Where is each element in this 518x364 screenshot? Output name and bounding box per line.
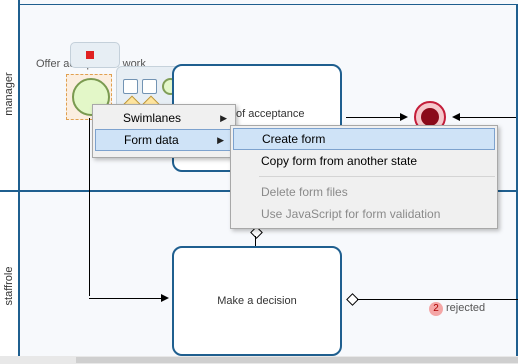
end-event-core	[421, 108, 439, 126]
task-decision-label: Make a decision	[217, 295, 297, 307]
lane-header-manager: manager	[0, 0, 20, 190]
top-border	[18, 4, 518, 5]
lane-label-manager: manager	[3, 72, 15, 116]
task-decision[interactable]: Make a decision	[172, 246, 342, 356]
task-acceptance-label: of acceptance	[236, 108, 305, 120]
menu-item-copy-form-label: Copy form from another state	[261, 154, 418, 168]
rejected-label: rejected	[446, 302, 486, 314]
menu-item-delete-form-files-label: Delete form files	[261, 185, 348, 199]
menu-item-delete-form-files: Delete form files	[231, 181, 497, 203]
horizontal-scrollbar[interactable]	[0, 356, 518, 364]
note-tool-icon[interactable]	[142, 79, 157, 94]
task-tool-icon[interactable]	[123, 79, 138, 94]
lane-label-staffrole: staffrole	[3, 266, 15, 306]
rejected-count-badge: 2	[429, 302, 443, 316]
flow-start-to-decision-h[interactable]	[89, 298, 163, 299]
flow-to-end-arrowhead	[400, 113, 408, 121]
menu-item-create-form[interactable]: Create form	[233, 128, 495, 150]
menu-item-js-validation-label: Use JavaScript for form validation	[261, 207, 441, 221]
menu-item-swimlanes[interactable]: Swimlanes ▶	[93, 107, 235, 129]
flow-to-end[interactable]	[346, 117, 402, 118]
flow-rejected[interactable]	[357, 299, 518, 300]
flow-from-right[interactable]	[460, 117, 516, 118]
delete-icon[interactable]	[86, 51, 94, 59]
flow-from-right-arrowhead	[452, 113, 460, 121]
form-data-submenu[interactable]: Create form Copy form from another state…	[230, 125, 498, 229]
menu-item-js-validation: Use JavaScript for form validation	[231, 203, 497, 225]
menu-item-copy-form[interactable]: Copy form from another state	[231, 150, 497, 172]
diagram-canvas[interactable]: manager staffrole Offer acceptance work …	[0, 0, 518, 364]
chevron-right-icon: ▶	[220, 113, 227, 123]
chevron-right-icon: ▶	[217, 135, 224, 145]
menu-item-create-form-label: Create form	[262, 132, 326, 146]
menu-item-form-data[interactable]: Form data ▶	[95, 129, 233, 151]
flow-start-to-decision-v[interactable]	[89, 118, 90, 296]
flow-start-to-decision-arrowhead	[161, 294, 169, 302]
context-menu[interactable]: Swimlanes ▶ Form data ▶	[92, 104, 236, 158]
element-toolbar[interactable]	[70, 42, 120, 68]
menu-item-form-data-label: Form data	[124, 133, 179, 147]
menu-item-swimlanes-label: Swimlanes	[123, 111, 182, 125]
scrollbar-thumb[interactable]	[76, 357, 518, 363]
menu-separator	[259, 176, 495, 177]
lane-header-staffrole: staffrole	[0, 192, 20, 356]
